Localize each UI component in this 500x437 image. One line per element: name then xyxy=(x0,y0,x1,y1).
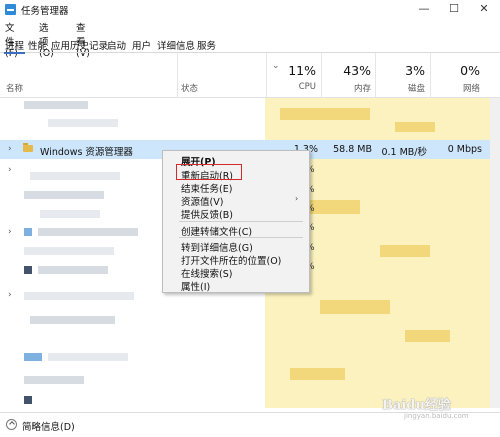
close-button[interactable]: ✕ xyxy=(469,1,499,17)
folder-icon xyxy=(23,143,33,152)
expand-arrow-icon[interactable]: › xyxy=(8,227,12,237)
blurred-row xyxy=(40,210,100,218)
heat-cell xyxy=(290,368,345,380)
tab-processes[interactable]: 进程 xyxy=(4,38,26,54)
tab-app-history[interactable]: 应用历史记录 xyxy=(50,38,109,52)
blurred-row xyxy=(24,353,42,361)
column-memory[interactable]: 内存 xyxy=(311,82,371,94)
blurred-row xyxy=(38,266,108,274)
blurred-row xyxy=(48,119,118,127)
heat-cell xyxy=(380,245,430,257)
column-cpu[interactable]: CPU xyxy=(256,82,316,92)
menu-item-properties[interactable]: 属性(I) xyxy=(181,279,210,293)
column-header: 名称 状态 ⌄ 11% CPU 43% 内存 3% 磁盘 0% 网络 xyxy=(0,53,500,98)
process-name: Windows 资源管理器 xyxy=(40,147,133,158)
menu-item-feedback[interactable]: 提供反馈(B) xyxy=(181,207,233,221)
tab-performance[interactable]: 性能 xyxy=(27,38,48,52)
baidu-watermark: Baidu经验 xyxy=(382,398,451,413)
blurred-row xyxy=(48,353,128,361)
tab-details[interactable]: 详细信息 xyxy=(156,38,196,52)
highlight-annotation xyxy=(176,164,242,180)
blurred-row xyxy=(24,247,114,255)
expand-arrow-icon[interactable]: › xyxy=(8,144,12,154)
menu-item-search-online[interactable]: 在线搜索(S) xyxy=(181,266,232,280)
maximize-button[interactable]: ☐ xyxy=(439,1,469,17)
memory-total-percent: 43% xyxy=(343,63,371,78)
submenu-arrow-icon: › xyxy=(295,194,299,203)
column-disk[interactable]: 磁盘 xyxy=(365,82,425,94)
tab-startup[interactable]: 启动 xyxy=(106,38,127,52)
menu-item-resource-values[interactable]: 资源值(V) xyxy=(181,194,223,208)
menu-item-open-file-location[interactable]: 打开文件所在的位置(O) xyxy=(181,253,281,267)
column-network[interactable]: 网络 xyxy=(420,82,480,94)
blurred-row xyxy=(24,228,32,236)
heat-cell xyxy=(405,330,450,342)
minimize-button[interactable]: — xyxy=(409,1,439,17)
process-disk: 0.1 MB/秒 xyxy=(381,147,427,158)
blurred-row xyxy=(24,376,84,384)
process-network: 0 Mbps xyxy=(447,144,482,155)
blurred-row xyxy=(24,396,32,404)
blurred-row xyxy=(24,191,104,199)
window-title: 任务管理器 xyxy=(21,6,69,17)
blurred-row xyxy=(38,228,138,236)
blurred-row xyxy=(24,101,88,109)
heat-cell xyxy=(280,108,370,120)
expand-arrow-icon[interactable]: › xyxy=(8,290,12,300)
task-manager-icon xyxy=(5,4,16,15)
fewer-details-link[interactable]: 简略信息(D) xyxy=(22,419,75,433)
tab-bar: 进程 性能 应用历史记录 启动 用户 详细信息 服务 xyxy=(0,37,500,54)
expand-arrow-icon[interactable]: › xyxy=(8,165,12,175)
heat-cell xyxy=(395,122,435,132)
blurred-row xyxy=(24,292,134,300)
blurred-row xyxy=(24,266,32,274)
vertical-scrollbar[interactable] xyxy=(490,98,500,408)
tab-services[interactable]: 服务 xyxy=(196,38,217,52)
column-divider xyxy=(177,53,178,97)
baidu-watermark-url: jingyan.baidu.com xyxy=(404,412,469,420)
cpu-total-percent: 11% xyxy=(288,63,316,78)
menu-separator xyxy=(179,237,303,238)
menu-item-end-task[interactable]: 结束任务(E) xyxy=(181,181,232,195)
tab-users[interactable]: 用户 xyxy=(131,38,152,52)
menu-separator xyxy=(179,221,303,222)
menu-item-go-to-details[interactable]: 转到详细信息(G) xyxy=(181,240,253,254)
disk-total-percent: 3% xyxy=(405,63,425,78)
collapse-up-icon[interactable] xyxy=(6,419,17,430)
blurred-row xyxy=(30,172,120,180)
network-total-percent: 0% xyxy=(460,63,480,78)
column-status[interactable]: 状态 xyxy=(181,82,198,94)
title-bar: 任务管理器 — ☐ ✕ xyxy=(0,0,500,19)
menu-item-create-dump[interactable]: 创建转储文件(C) xyxy=(181,224,252,238)
column-name[interactable]: 名称 xyxy=(6,82,23,94)
blurred-row xyxy=(30,316,115,324)
process-memory: 58.8 MB xyxy=(333,144,372,155)
heat-cell xyxy=(320,300,390,314)
